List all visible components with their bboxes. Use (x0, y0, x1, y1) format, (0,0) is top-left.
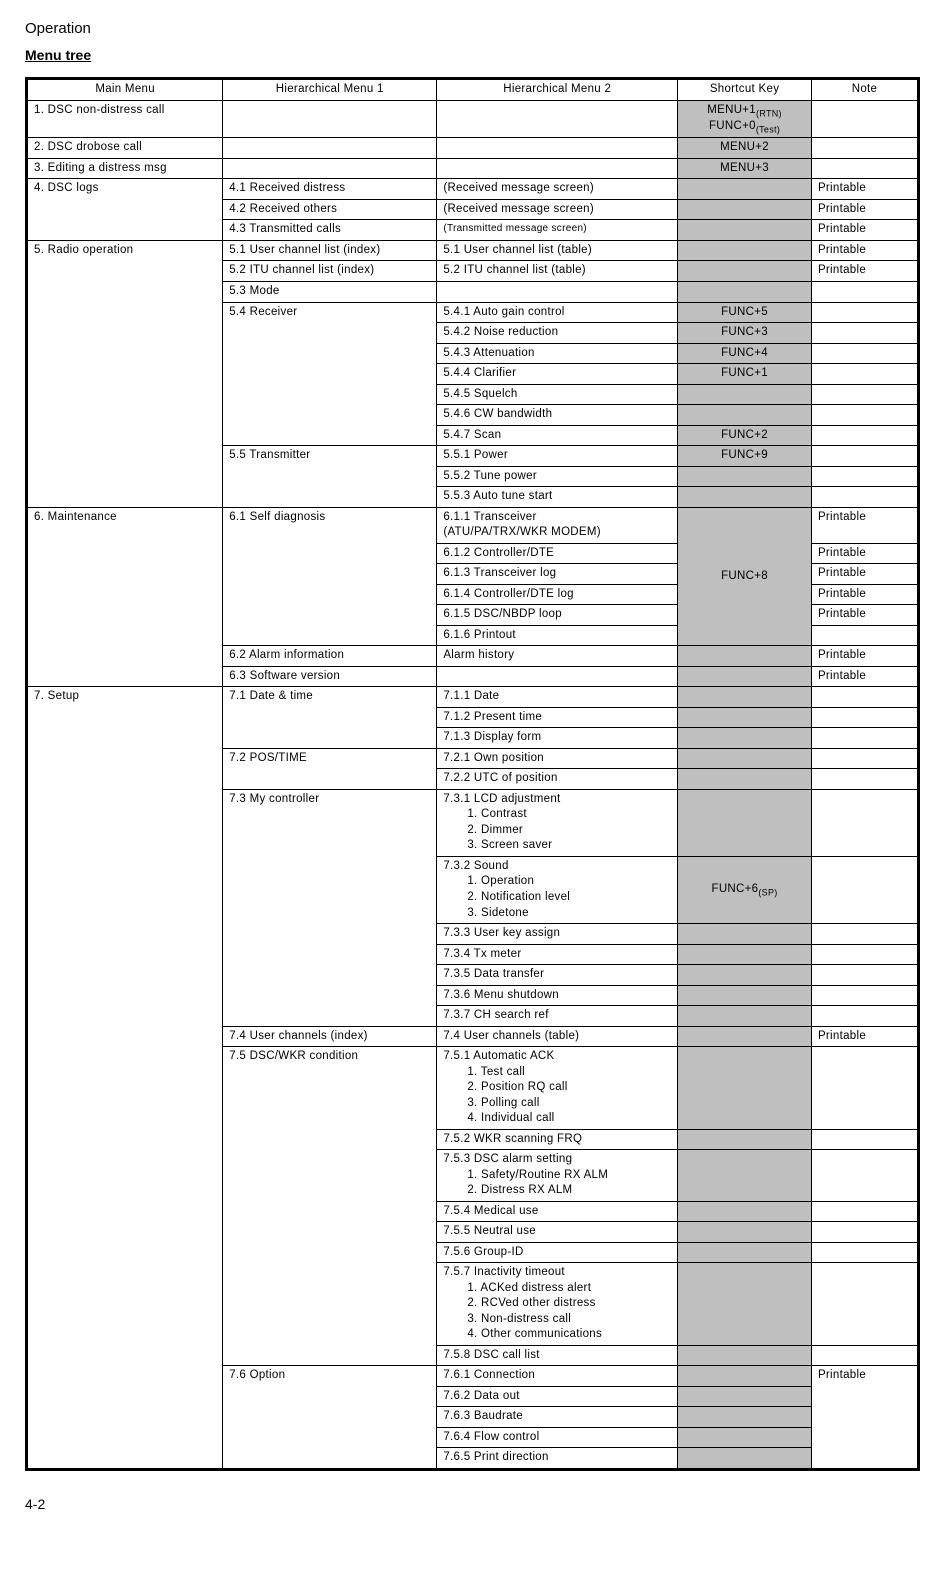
row-1: 1. DSC non-distress call MENU+1(RTN) FUN… (27, 100, 919, 138)
main-3: 3. Editing a distress msg (27, 158, 223, 179)
note: Printable (811, 179, 918, 200)
col-h2: Hierarchical Menu 2 (437, 79, 678, 101)
row-3: 3. Editing a distress msg MENU+3 (27, 158, 919, 179)
h2: 6.1.1 Transceiver (ATU/PA/TRX/WKR MODEM) (437, 507, 678, 543)
h1: 4.1 Received distress (223, 179, 437, 200)
h2-blank (437, 100, 678, 138)
subsection-heading: Menu tree (25, 47, 920, 63)
table-header-row: Main Menu Hierarchical Menu 1 Hierarchic… (27, 79, 919, 101)
row-2: 2. DSC drobose call MENU+2 (27, 138, 919, 159)
main-4: 4. DSC logs (27, 179, 223, 241)
row-5-1: 5. Radio operation 5.1 User channel list… (27, 240, 919, 261)
menu-tree-table: Main Menu Hierarchical Menu 1 Hierarchic… (25, 77, 920, 1471)
main-5: 5. Radio operation (27, 240, 223, 507)
col-main-menu: Main Menu (27, 79, 223, 101)
main-7: 7. Setup (27, 687, 223, 1470)
shortcut-blank (678, 179, 812, 200)
h1-blank (223, 100, 437, 138)
main-2: 2. DSC drobose call (27, 138, 223, 159)
section-heading: Operation (25, 20, 920, 37)
col-note: Note (811, 79, 918, 101)
row-4-1: 4. DSC logs 4.1 Received distress (Recei… (27, 179, 919, 200)
h2: 7.3.1 LCD adjustment 1. Contrast 2. Dimm… (437, 789, 678, 856)
page-number: 4-2 (25, 1496, 920, 1512)
shortcut-2: MENU+2 (678, 138, 812, 159)
main-1: 1. DSC non-distress call (27, 100, 223, 138)
main-6: 6. Maintenance (27, 507, 223, 687)
note-blank (811, 100, 918, 138)
shortcut-1: MENU+1(RTN) FUNC+0(Test) (678, 100, 812, 138)
shortcut-3: MENU+3 (678, 158, 812, 179)
col-h1: Hierarchical Menu 1 (223, 79, 437, 101)
row-7-1: 7. Setup 7.1 Date & time 7.1.1 Date (27, 687, 919, 708)
h2: (Received message screen) (437, 179, 678, 200)
row-6-1: 6. Maintenance 6.1 Self diagnosis 6.1.1 … (27, 507, 919, 543)
col-shortcut: Shortcut Key (678, 79, 812, 101)
